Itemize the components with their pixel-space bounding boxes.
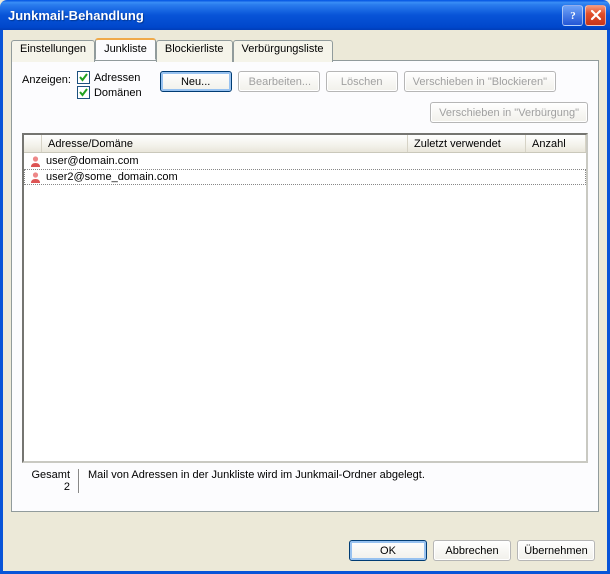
tab-blockierliste[interactable]: Blockierliste [156, 40, 233, 62]
footer: Gesamt 2 Mail von Adressen in der Junkli… [22, 469, 588, 493]
checkbox-group: Adressen Domänen [77, 71, 142, 99]
checkbox-domaenen-row[interactable]: Domänen [77, 86, 142, 99]
column-header-anzahl[interactable]: Anzahl [526, 135, 586, 152]
svg-text:?: ? [570, 10, 576, 21]
row-address: user2@some_domain.com [46, 171, 178, 183]
footer-divider [78, 469, 80, 493]
list-header: Adresse/Domäne Zuletzt verwendet Anzahl [24, 135, 586, 153]
checkbox-adressen[interactable] [77, 71, 90, 84]
checkbox-adressen-row[interactable]: Adressen [77, 71, 142, 84]
person-icon [28, 170, 42, 184]
loeschen-button[interactable]: Löschen [326, 71, 398, 92]
gesamt-label: Gesamt [22, 469, 70, 481]
column-header-icon[interactable] [24, 135, 42, 152]
list-item[interactable]: user2@some_domain.com [24, 169, 586, 185]
anzeigen-label: Anzeigen: [22, 71, 71, 86]
checkbox-adressen-label: Adressen [94, 72, 140, 84]
tab-einstellungen[interactable]: Einstellungen [11, 40, 95, 62]
dialog-buttons: OK Abbrechen Übernehmen [349, 540, 595, 561]
apply-button[interactable]: Übernehmen [517, 540, 595, 561]
verschieben-verbuergung-button[interactable]: Verschieben in "Verbürgung" [430, 102, 588, 123]
close-button[interactable] [585, 5, 606, 26]
checkbox-domaenen[interactable] [77, 86, 90, 99]
verschieben-blockieren-button[interactable]: Verschieben in "Blockieren" [404, 71, 556, 92]
tab-verbuergungsliste[interactable]: Verbürgungsliste [233, 40, 333, 62]
checkbox-domaenen-label: Domänen [94, 87, 142, 99]
top-row: Anzeigen: Adressen Domänen Neu... [22, 71, 588, 123]
neu-button[interactable]: Neu... [160, 71, 232, 92]
row-address: user@domain.com [46, 155, 138, 167]
person-icon [28, 154, 42, 168]
gesamt-value: 2 [22, 481, 70, 493]
list-body[interactable]: user@domain.com user2@some_domain.com [24, 153, 586, 461]
tabpanel: Anzeigen: Adressen Domänen Neu... [11, 60, 599, 512]
footer-description: Mail von Adressen in der Junkliste wird … [88, 469, 425, 481]
window-title: Junkmail-Behandlung [8, 8, 562, 23]
help-button[interactable]: ? [562, 5, 583, 26]
cancel-button[interactable]: Abbrechen [433, 540, 511, 561]
column-header-adresse[interactable]: Adresse/Domäne [42, 135, 408, 152]
ok-button[interactable]: OK [349, 540, 427, 561]
list-item[interactable]: user@domain.com [24, 153, 586, 169]
tabstrip: Einstellungen Junkliste Blockierliste Ve… [11, 38, 599, 60]
list-box: Adresse/Domäne Zuletzt verwendet Anzahl … [22, 133, 588, 463]
gesamt-block: Gesamt 2 [22, 469, 70, 493]
window-body: Einstellungen Junkliste Blockierliste Ve… [0, 30, 610, 574]
titlebar: Junkmail-Behandlung ? [0, 0, 610, 30]
bearbeiten-button[interactable]: Bearbeiten... [238, 71, 320, 92]
column-header-zuletzt[interactable]: Zuletzt verwendet [408, 135, 526, 152]
titlebar-buttons: ? [562, 5, 606, 26]
button-bar: Neu... Bearbeiten... Löschen Verschieben… [160, 71, 588, 123]
tab-junkliste[interactable]: Junkliste [95, 38, 156, 60]
